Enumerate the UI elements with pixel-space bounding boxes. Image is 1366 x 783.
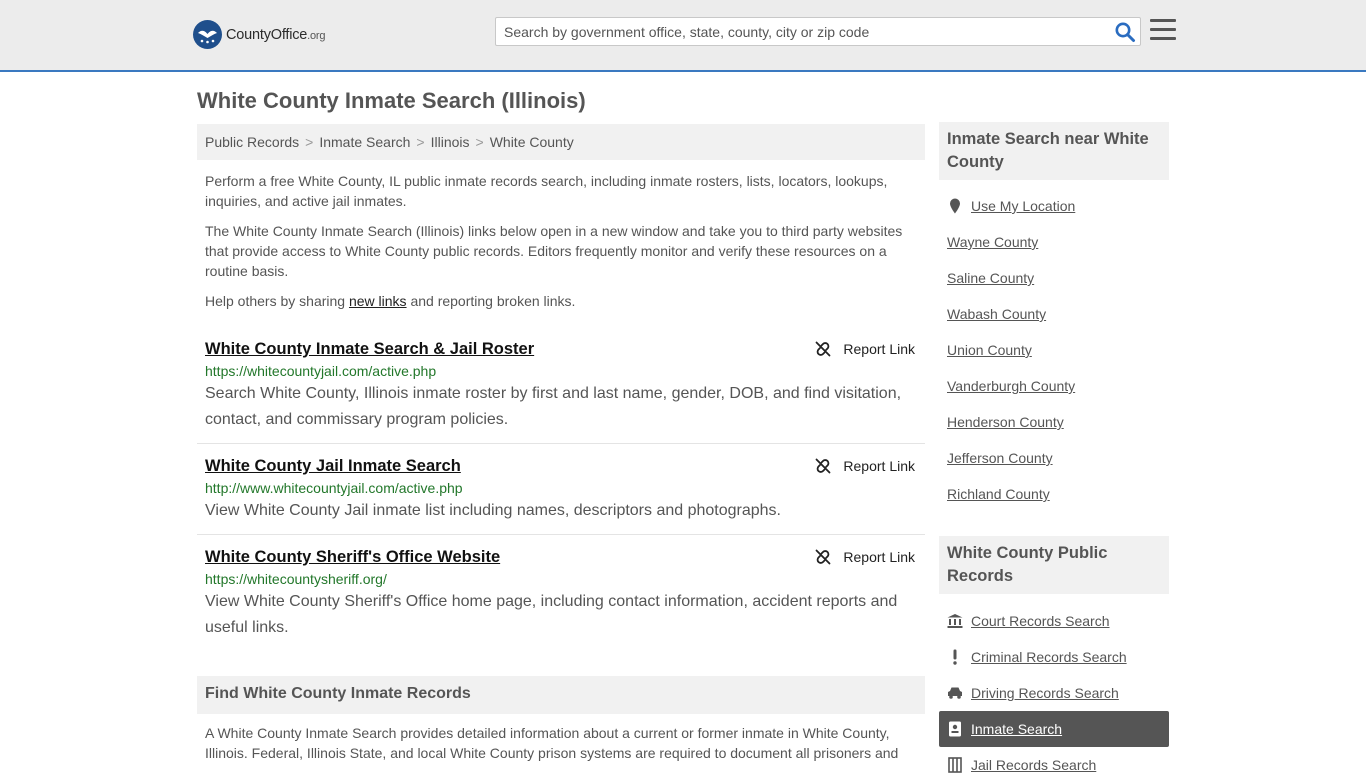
report-link-button[interactable]: Report Link [815, 341, 915, 357]
jail-records-link[interactable]: Jail Records Search [939, 747, 1169, 783]
breadcrumb-separator: > [475, 134, 484, 150]
nearby-county-link[interactable]: Wayne County [939, 224, 1169, 260]
site-header: CountyOffice.org [0, 0, 1366, 72]
find-records-text: A White County Inmate Search provides de… [205, 725, 899, 761]
inmate-search-link[interactable]: Inmate Search [939, 711, 1169, 747]
intro-paragraph: The White County Inmate Search (Illinois… [205, 223, 903, 279]
intro-paragraph: Perform a free White County, IL public i… [205, 173, 888, 209]
logo-badge-icon [193, 20, 222, 49]
broken-link-icon [816, 458, 831, 474]
report-link-button[interactable]: Report Link [815, 458, 915, 474]
result-title-link[interactable]: White County Jail Inmate Search [205, 455, 461, 477]
page-title: White County Inmate Search (Illinois) [197, 88, 586, 113]
sidebar-nearby-heading: Inmate Search near White County [939, 122, 1169, 180]
search-input[interactable] [496, 18, 1106, 45]
breadcrumb-public-records[interactable]: Public Records [205, 134, 299, 150]
new-links-link[interactable]: new links [349, 293, 407, 309]
report-link-button[interactable]: Report Link [815, 549, 915, 565]
logo-tld: .org [307, 29, 326, 42]
sidebar-nearby: Inmate Search near White County Use My L… [939, 122, 1169, 512]
breadcrumb: Public Records > Inmate Search > Illinois > Wh… [197, 124, 925, 160]
result-title-link[interactable]: White County Sheriff's Office Website [205, 546, 500, 568]
criminal-records-link[interactable]: Criminal Records Search [939, 639, 1169, 675]
result-item: White County Inmate Search & Jail Roster… [197, 327, 925, 444]
result-item: White County Jail Inmate Search Report L… [197, 444, 925, 535]
result-description: View White County Sheriff's Office home … [205, 593, 898, 636]
intro-share-paragraph: Help others by sharing new links and rep… [205, 293, 576, 309]
id-card-icon [947, 721, 963, 737]
breadcrumb-illinois[interactable]: Illinois [431, 134, 470, 150]
breadcrumb-separator: > [305, 134, 314, 150]
result-url: http://www.whitecountyjail.com/active.ph… [205, 480, 463, 496]
result-description: View White County Jail inmate list inclu… [205, 502, 781, 519]
breadcrumb-current: White County [489, 134, 574, 150]
broken-link-icon [816, 549, 831, 565]
exclamation-icon [947, 649, 963, 665]
nearby-county-link[interactable]: Richland County [939, 476, 1169, 512]
result-url: https://whitecountyjail.com/active.php [205, 363, 437, 379]
logo-name: CountyOffice [226, 26, 308, 43]
driving-records-link[interactable]: Driving Records Search [939, 675, 1169, 711]
use-my-location-link[interactable]: Use My Location [939, 188, 1169, 224]
court-records-link[interactable]: Court Records Search [939, 603, 1169, 639]
broken-link-icon [816, 341, 831, 357]
nearby-county-link[interactable]: Union County [939, 332, 1169, 368]
results-list: White County Inmate Search & Jail Roster… [197, 327, 925, 651]
nearby-county-link[interactable]: Henderson County [939, 404, 1169, 440]
nearby-county-link[interactable]: Vanderburgh County [939, 368, 1169, 404]
breadcrumb-separator: > [416, 134, 425, 150]
nearby-county-link[interactable]: Wabash County [939, 296, 1169, 332]
main-content: Public Records > Inmate Search > Illinois > Wh… [197, 124, 925, 651]
jail-icon [947, 757, 963, 773]
result-title-link[interactable]: White County Inmate Search & Jail Roster [205, 338, 534, 360]
nearby-county-link[interactable]: Saline County [939, 260, 1169, 296]
breadcrumb-inmate-search[interactable]: Inmate Search [319, 134, 410, 150]
site-logo[interactable]: CountyOffice.org [193, 20, 326, 49]
find-records-heading: Find White County Inmate Records [197, 676, 925, 714]
hamburger-menu-icon[interactable] [1150, 19, 1176, 43]
search-box [495, 17, 1141, 46]
sidebar-records-heading: White County Public Records [939, 536, 1169, 594]
car-icon [947, 685, 963, 701]
location-pin-icon [947, 198, 963, 214]
result-item: White County Sheriff's Office Website Re… [197, 535, 925, 651]
nearby-county-link[interactable]: Jefferson County [939, 440, 1169, 476]
courthouse-icon [947, 613, 963, 629]
result-url: https://whitecountysheriff.org/ [205, 571, 387, 587]
intro-text: Perform a free White County, IL public i… [197, 171, 925, 311]
search-icon[interactable] [1114, 21, 1136, 43]
result-description: Search White County, Illinois inmate ros… [205, 385, 902, 428]
sidebar-public-records: White County Public Records Court Record… [939, 536, 1169, 783]
